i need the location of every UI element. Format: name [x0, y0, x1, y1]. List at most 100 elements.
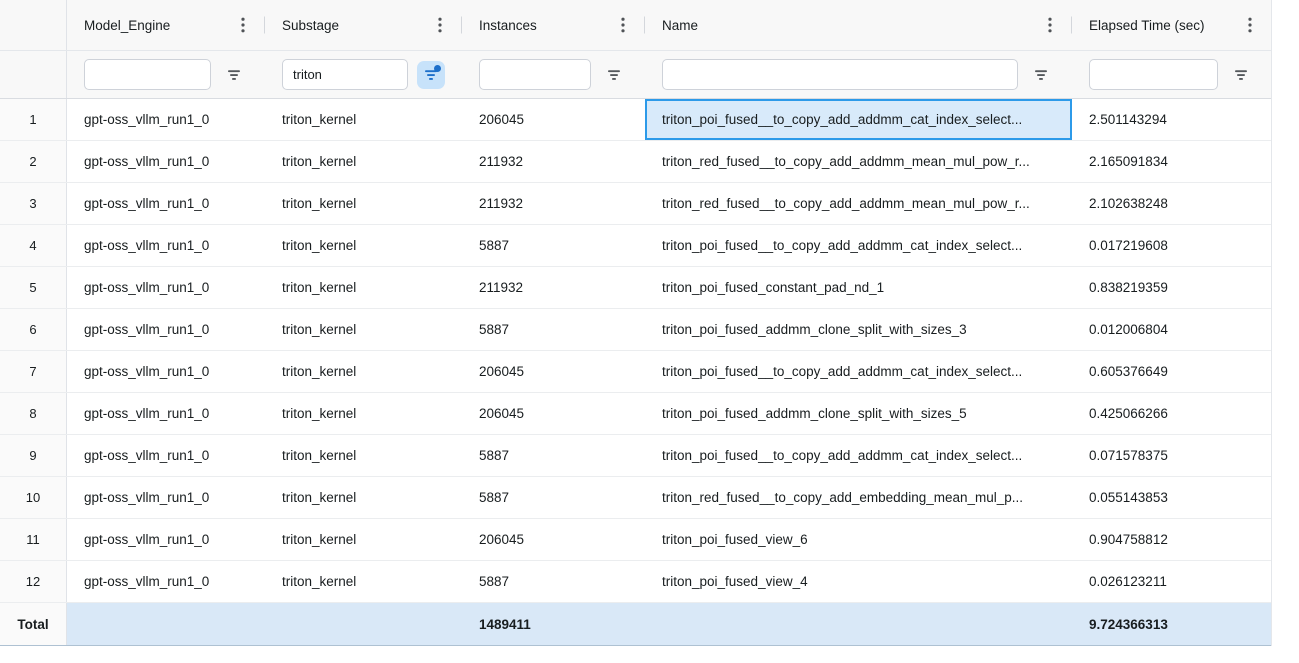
cell-name[interactable]: triton_poi_fused__to_copy_add_addmm_cat_… — [645, 435, 1072, 476]
table-row: 2gpt-oss_vllm_run1_0triton_kernel211932t… — [0, 141, 1271, 183]
cell-name[interactable]: triton_poi_fused_addmm_clone_split_with_… — [645, 393, 1072, 434]
table-row: 5gpt-oss_vllm_run1_0triton_kernel211932t… — [0, 267, 1271, 309]
cell-model-engine[interactable]: gpt-oss_vllm_run1_0 — [67, 309, 265, 350]
cell-substage[interactable]: triton_kernel — [265, 351, 462, 392]
row-number: 8 — [0, 393, 67, 434]
cell-instances[interactable]: 211932 — [462, 141, 645, 182]
column-header-model-engine[interactable]: Model_Engine — [67, 0, 265, 50]
cell-instances[interactable]: 211932 — [462, 183, 645, 224]
filter-icon — [606, 67, 622, 83]
column-label: Model_Engine — [84, 18, 170, 33]
cell-substage[interactable]: triton_kernel — [265, 309, 462, 350]
substage-filter-input[interactable] — [282, 59, 408, 90]
cell-name[interactable]: triton_poi_fused__to_copy_add_addmm_cat_… — [645, 351, 1072, 392]
cell-instances[interactable]: 5887 — [462, 225, 645, 266]
cell-model-engine[interactable]: gpt-oss_vllm_run1_0 — [67, 267, 265, 308]
total-cell-model-engine — [67, 603, 265, 645]
cell-elapsed[interactable]: 0.055143853 — [1072, 477, 1272, 518]
cell-model-engine[interactable]: gpt-oss_vllm_run1_0 — [67, 519, 265, 560]
cell-substage[interactable]: triton_kernel — [265, 225, 462, 266]
table-row: 4gpt-oss_vllm_run1_0triton_kernel5887tri… — [0, 225, 1271, 267]
cell-elapsed[interactable]: 0.904758812 — [1072, 519, 1272, 560]
row-number: 9 — [0, 435, 67, 476]
cell-instances[interactable]: 206045 — [462, 393, 645, 434]
row-number: 3 — [0, 183, 67, 224]
name-filter-input[interactable] — [662, 59, 1018, 90]
cell-instances[interactable]: 211932 — [462, 267, 645, 308]
cell-instances[interactable]: 5887 — [462, 561, 645, 602]
filter-icon — [226, 67, 242, 83]
model-engine-filter-button[interactable] — [220, 61, 248, 89]
total-cell-instances: 1489411 — [462, 603, 645, 645]
table-row: 12gpt-oss_vllm_run1_0triton_kernel5887tr… — [0, 561, 1271, 603]
cell-model-engine[interactable]: gpt-oss_vllm_run1_0 — [67, 141, 265, 182]
cell-instances[interactable]: 206045 — [462, 99, 645, 140]
cell-model-engine[interactable]: gpt-oss_vllm_run1_0 — [67, 225, 265, 266]
cell-model-engine[interactable]: gpt-oss_vllm_run1_0 — [67, 99, 265, 140]
cell-substage[interactable]: triton_kernel — [265, 561, 462, 602]
cell-substage[interactable]: triton_kernel — [265, 141, 462, 182]
column-menu-kebab-icon[interactable] — [238, 15, 248, 35]
cell-elapsed[interactable]: 0.017219608 — [1072, 225, 1272, 266]
cell-elapsed[interactable]: 0.425066266 — [1072, 393, 1272, 434]
cell-name[interactable]: triton_poi_fused__to_copy_add_addmm_cat_… — [645, 225, 1072, 266]
cell-substage[interactable]: triton_kernel — [265, 183, 462, 224]
cell-instances[interactable]: 5887 — [462, 309, 645, 350]
column-header-substage[interactable]: Substage — [265, 0, 462, 50]
cell-substage[interactable]: triton_kernel — [265, 477, 462, 518]
row-number: 11 — [0, 519, 67, 560]
total-row: Total 1489411 9.724366313 — [0, 603, 1271, 646]
cell-elapsed[interactable]: 2.165091834 — [1072, 141, 1272, 182]
cell-substage[interactable]: triton_kernel — [265, 519, 462, 560]
column-header-elapsed-time[interactable]: Elapsed Time (sec) — [1072, 0, 1272, 50]
cell-elapsed[interactable]: 2.501143294 — [1072, 99, 1272, 140]
instances-filter-input[interactable] — [479, 59, 591, 90]
model-engine-filter-input[interactable] — [84, 59, 211, 90]
cell-elapsed[interactable]: 0.012006804 — [1072, 309, 1272, 350]
cell-substage[interactable]: triton_kernel — [265, 393, 462, 434]
filter-cell-model-engine — [67, 51, 265, 98]
cell-instances[interactable]: 5887 — [462, 435, 645, 476]
column-menu-kebab-icon[interactable] — [435, 15, 445, 35]
instances-filter-button[interactable] — [600, 61, 628, 89]
cell-substage[interactable]: triton_kernel — [265, 435, 462, 476]
cell-name[interactable]: triton_poi_fused_view_6 — [645, 519, 1072, 560]
cell-name[interactable]: triton_red_fused__to_copy_add_addmm_mean… — [645, 141, 1072, 182]
filter-active-dot — [434, 65, 441, 72]
cell-elapsed[interactable]: 0.071578375 — [1072, 435, 1272, 476]
cell-model-engine[interactable]: gpt-oss_vllm_run1_0 — [67, 351, 265, 392]
name-filter-button[interactable] — [1027, 61, 1055, 89]
elapsed-time-filter-input[interactable] — [1089, 59, 1218, 90]
cell-model-engine[interactable]: gpt-oss_vllm_run1_0 — [67, 477, 265, 518]
cell-elapsed[interactable]: 2.102638248 — [1072, 183, 1272, 224]
column-header-instances[interactable]: Instances — [462, 0, 645, 50]
column-menu-kebab-icon[interactable] — [1045, 15, 1055, 35]
cell-model-engine[interactable]: gpt-oss_vllm_run1_0 — [67, 561, 265, 602]
substage-filter-button[interactable] — [417, 61, 445, 89]
cell-name[interactable]: triton_poi_fused_constant_pad_nd_1 — [645, 267, 1072, 308]
cell-elapsed[interactable]: 0.605376649 — [1072, 351, 1272, 392]
cell-model-engine[interactable]: gpt-oss_vllm_run1_0 — [67, 435, 265, 476]
cell-elapsed[interactable]: 0.838219359 — [1072, 267, 1272, 308]
total-cell-elapsed-time: 9.724366313 — [1072, 603, 1272, 645]
cell-name[interactable]: triton_poi_fused_view_4 — [645, 561, 1072, 602]
cell-substage[interactable]: triton_kernel — [265, 99, 462, 140]
cell-instances[interactable]: 206045 — [462, 351, 645, 392]
cell-name[interactable]: triton_poi_fused_addmm_clone_split_with_… — [645, 309, 1072, 350]
cell-name[interactable]: triton_red_fused__to_copy_add_embedding_… — [645, 477, 1072, 518]
table-row: 7gpt-oss_vllm_run1_0triton_kernel206045t… — [0, 351, 1271, 393]
cell-model-engine[interactable]: gpt-oss_vllm_run1_0 — [67, 393, 265, 434]
cell-name-selected[interactable]: triton_poi_fused__to_copy_add_addmm_cat_… — [645, 99, 1072, 140]
column-header-name[interactable]: Name — [645, 0, 1072, 50]
cell-name[interactable]: triton_red_fused__to_copy_add_addmm_mean… — [645, 183, 1072, 224]
cell-instances[interactable]: 206045 — [462, 519, 645, 560]
table-row: 11gpt-oss_vllm_run1_0triton_kernel206045… — [0, 519, 1271, 561]
column-menu-kebab-icon[interactable] — [1245, 15, 1255, 35]
row-number: 2 — [0, 141, 67, 182]
elapsed-time-filter-button[interactable] — [1227, 61, 1255, 89]
cell-instances[interactable]: 5887 — [462, 477, 645, 518]
cell-model-engine[interactable]: gpt-oss_vllm_run1_0 — [67, 183, 265, 224]
cell-elapsed[interactable]: 0.026123211 — [1072, 561, 1272, 602]
column-menu-kebab-icon[interactable] — [618, 15, 628, 35]
cell-substage[interactable]: triton_kernel — [265, 267, 462, 308]
